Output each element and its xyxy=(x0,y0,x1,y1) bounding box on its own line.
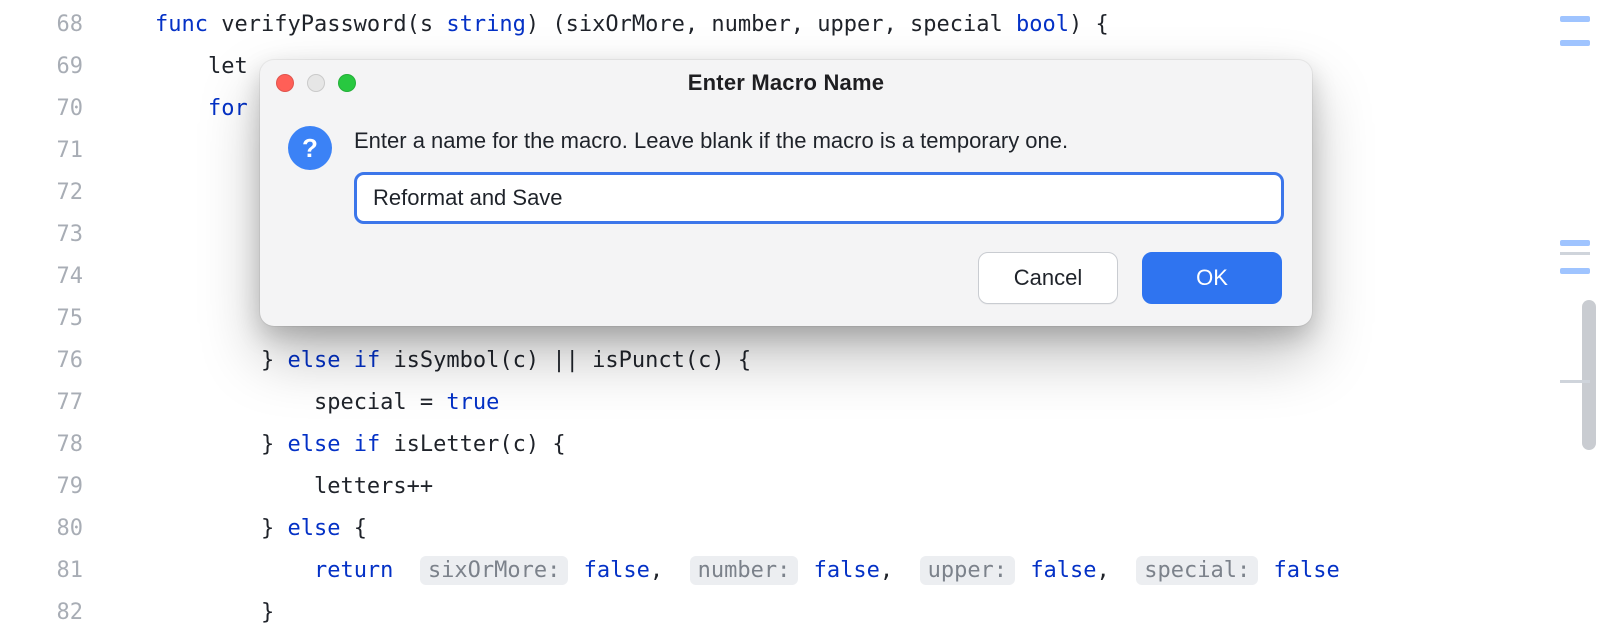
window-controls xyxy=(276,74,356,92)
scrollbar-thumb[interactable] xyxy=(1582,300,1596,450)
code-line[interactable]: } else if isSymbol(c) || isPunct(c) { xyxy=(105,340,1600,382)
macro-name-dialog: Enter Macro Name ? Enter a name for the … xyxy=(260,60,1312,326)
dialog-main: Enter a name for the macro. Leave blank … xyxy=(354,124,1284,224)
markers-strip xyxy=(1552,0,1582,642)
marker xyxy=(1560,240,1590,246)
code-line[interactable]: letters++ xyxy=(105,466,1600,508)
dialog-title: Enter Macro Name xyxy=(260,70,1312,96)
marker xyxy=(1560,380,1590,383)
close-icon[interactable] xyxy=(276,74,294,92)
code-line[interactable]: } else { xyxy=(105,508,1600,550)
marker xyxy=(1560,40,1590,46)
macro-name-input[interactable] xyxy=(354,172,1284,224)
cancel-button[interactable]: Cancel xyxy=(978,252,1118,304)
line-number[interactable]: 77 xyxy=(0,382,83,424)
line-number[interactable]: 81 xyxy=(0,550,83,592)
line-number[interactable]: 76 xyxy=(0,340,83,382)
line-number[interactable]: 82 xyxy=(0,592,83,634)
line-number[interactable]: 80 xyxy=(0,508,83,550)
line-number[interactable]: 79 xyxy=(0,466,83,508)
code-line[interactable]: return sixOrMore: false, number: false, … xyxy=(105,550,1600,592)
line-number[interactable]: 69 xyxy=(0,46,83,88)
dialog-body: ? Enter a name for the macro. Leave blan… xyxy=(260,106,1312,224)
line-number[interactable]: 78 xyxy=(0,424,83,466)
code-line[interactable]: func verifyPassword(s string) (sixOrMore… xyxy=(105,4,1600,46)
code-line[interactable]: } xyxy=(105,592,1600,634)
line-number[interactable]: 73 xyxy=(0,214,83,256)
line-number[interactable]: 68 xyxy=(0,4,83,46)
line-number[interactable]: 74 xyxy=(0,256,83,298)
zoom-icon[interactable] xyxy=(338,74,356,92)
line-gutter: 686970717273747576777879808182 xyxy=(0,0,105,642)
ok-button[interactable]: OK xyxy=(1142,252,1282,304)
dialog-message: Enter a name for the macro. Leave blank … xyxy=(354,128,1284,154)
marker xyxy=(1560,268,1590,274)
question-icon: ? xyxy=(288,126,332,170)
marker xyxy=(1560,252,1590,255)
line-number[interactable]: 75 xyxy=(0,298,83,340)
code-line[interactable]: } else if isLetter(c) { xyxy=(105,424,1600,466)
dialog-actions: Cancel OK xyxy=(260,224,1312,326)
minimize-icon[interactable] xyxy=(307,74,325,92)
code-line[interactable]: special = true xyxy=(105,382,1600,424)
dialog-titlebar[interactable]: Enter Macro Name xyxy=(260,60,1312,106)
line-number[interactable]: 71 xyxy=(0,130,83,172)
line-number[interactable]: 72 xyxy=(0,172,83,214)
line-number[interactable]: 70 xyxy=(0,88,83,130)
marker xyxy=(1560,16,1590,22)
